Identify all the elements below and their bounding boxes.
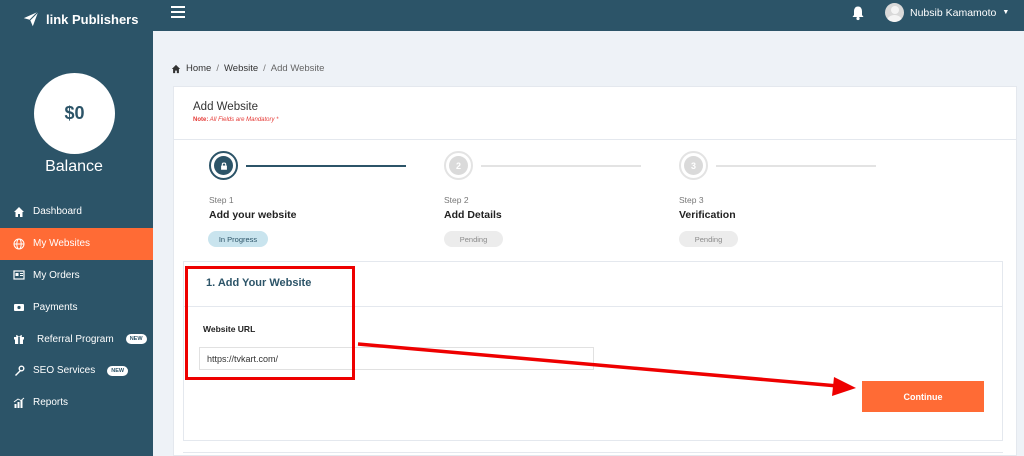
continue-button[interactable]: Continue: [862, 381, 984, 412]
breadcrumb-home[interactable]: Home: [186, 63, 211, 74]
sidebar-nav: Dashboard My Websites My Orders Payments…: [0, 196, 153, 419]
sidebar-item-referral-program[interactable]: Referral Program NEW: [0, 323, 153, 355]
page-title: Add Website: [193, 101, 258, 113]
hamburger-menu-icon[interactable]: [171, 6, 185, 18]
brand-logo[interactable]: link Publishers: [22, 10, 138, 28]
step-1-title: Add your website: [209, 209, 297, 221]
sidebar-item-payments[interactable]: Payments: [0, 291, 153, 323]
card-header: Add Website Note: All Fields are Mandato…: [174, 87, 1016, 140]
new-badge: NEW: [107, 365, 129, 376]
sidebar-item-label: Dashboard: [33, 206, 82, 218]
breadcrumb-separator: /: [263, 63, 266, 74]
sidebar-item-label: Referral Program: [37, 333, 114, 345]
step-2-number: 2: [449, 156, 468, 175]
card-footer-edge: [183, 452, 1003, 456]
sidebar-item-reports[interactable]: Reports: [0, 387, 153, 419]
home-icon: [171, 64, 181, 73]
note-label: Note:: [193, 117, 209, 123]
step-3-status-badge: Pending: [679, 231, 738, 247]
breadcrumb-website[interactable]: Website: [224, 63, 258, 74]
avatar: [885, 3, 904, 22]
step-2-status-badge: Pending: [444, 231, 503, 247]
step-1-line: [246, 165, 406, 167]
breadcrumb-separator: /: [216, 63, 219, 74]
step-3-number: 3: [684, 156, 703, 175]
payments-icon: [12, 301, 25, 314]
step-1-status-badge: In Progress: [208, 231, 268, 247]
sidebar-item-label: Reports: [33, 397, 69, 409]
tools-icon: [12, 364, 25, 377]
balance-amount: $0: [64, 103, 85, 123]
new-badge: NEW: [125, 334, 147, 345]
sidebar: link Publishers $0 Balance Dashboard My …: [0, 0, 153, 456]
step-2-line: [481, 165, 641, 167]
sidebar-item-seo-services[interactable]: SEO Services NEW: [0, 355, 153, 387]
caret-down-icon: ▼: [1002, 9, 1010, 16]
bell-icon[interactable]: [850, 5, 866, 21]
sidebar-item-label: SEO Services: [33, 365, 96, 377]
step-3-label: Step 3: [679, 195, 704, 205]
brand-name: link Publishers: [46, 11, 139, 27]
step-3-circle: 3: [679, 151, 708, 180]
breadcrumb-current: Add Website: [270, 63, 325, 74]
home-icon: [12, 205, 25, 218]
top-bar: Nubsib Kamamoto ▼: [153, 0, 1024, 31]
sidebar-item-dashboard[interactable]: Dashboard: [0, 196, 153, 228]
sidebar-item-my-websites[interactable]: My Websites: [0, 227, 153, 260]
note-text: All Fields are Mandatory *: [209, 117, 279, 123]
paper-plane-icon: [23, 11, 39, 27]
step-3-title: Verification: [679, 209, 736, 221]
step-1-circle: [209, 151, 238, 180]
mandatory-note: Note: All Fields are Mandatory *: [193, 117, 1016, 123]
balance-circle: $0: [34, 73, 115, 154]
step-2-label: Step 2: [444, 195, 469, 205]
globe-icon: [12, 237, 25, 250]
chart-icon: [12, 396, 25, 409]
user-name: Nubsib Kamamoto: [910, 6, 997, 19]
step-1-label: Step 1: [209, 195, 234, 205]
orders-icon: [12, 269, 25, 282]
user-menu[interactable]: Nubsib Kamamoto ▼: [885, 3, 1009, 22]
lock-icon: [214, 156, 233, 175]
balance-label: Balance: [45, 158, 103, 175]
step-2-circle: 2: [444, 151, 473, 180]
sidebar-item-label: Payments: [33, 301, 78, 313]
gift-icon: [12, 333, 25, 346]
annotation-highlight-box: [185, 266, 355, 380]
step-3-line: [716, 165, 876, 167]
sidebar-item-label: My Websites: [33, 238, 91, 250]
sidebar-item-my-orders[interactable]: My Orders: [0, 260, 153, 292]
breadcrumb: Home / Website / Add Website: [171, 63, 324, 74]
step-2-title: Add Details: [444, 209, 502, 221]
sidebar-item-label: My Orders: [33, 269, 80, 281]
